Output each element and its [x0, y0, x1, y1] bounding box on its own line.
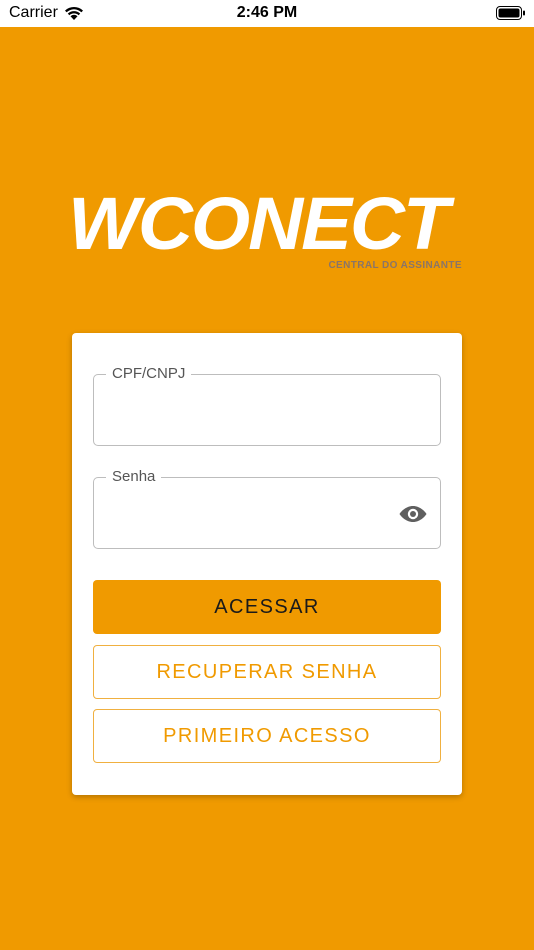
recover-password-button[interactable]: RECUPERAR SENHA: [93, 645, 441, 699]
eye-icon[interactable]: [398, 502, 428, 526]
password-field[interactable]: Senha: [93, 468, 441, 549]
status-bar: Carrier 2:46 PM: [0, 0, 534, 27]
access-button[interactable]: ACESSAR: [93, 580, 441, 634]
password-input[interactable]: [108, 498, 388, 528]
login-card: CPF/CNPJ Senha ACESSAR RECUPERAR SENHA P…: [72, 333, 462, 795]
password-label: Senha: [106, 468, 162, 485]
logo-brand: WCONECT: [68, 182, 449, 265]
wconect-logo: WCONECT CENTRAL DO ASSINANTE: [68, 182, 468, 276]
first-access-button[interactable]: PRIMEIRO ACESSO: [93, 709, 441, 763]
cpf-input[interactable]: [108, 395, 388, 425]
status-time: 2:46 PM: [236, 4, 298, 21]
battery-icon: [496, 6, 525, 20]
logo-tagline: CENTRAL DO ASSINANTE: [328, 260, 462, 271]
cpf-label: CPF/CNPJ: [106, 365, 192, 382]
cpf-field[interactable]: CPF/CNPJ: [93, 365, 441, 446]
